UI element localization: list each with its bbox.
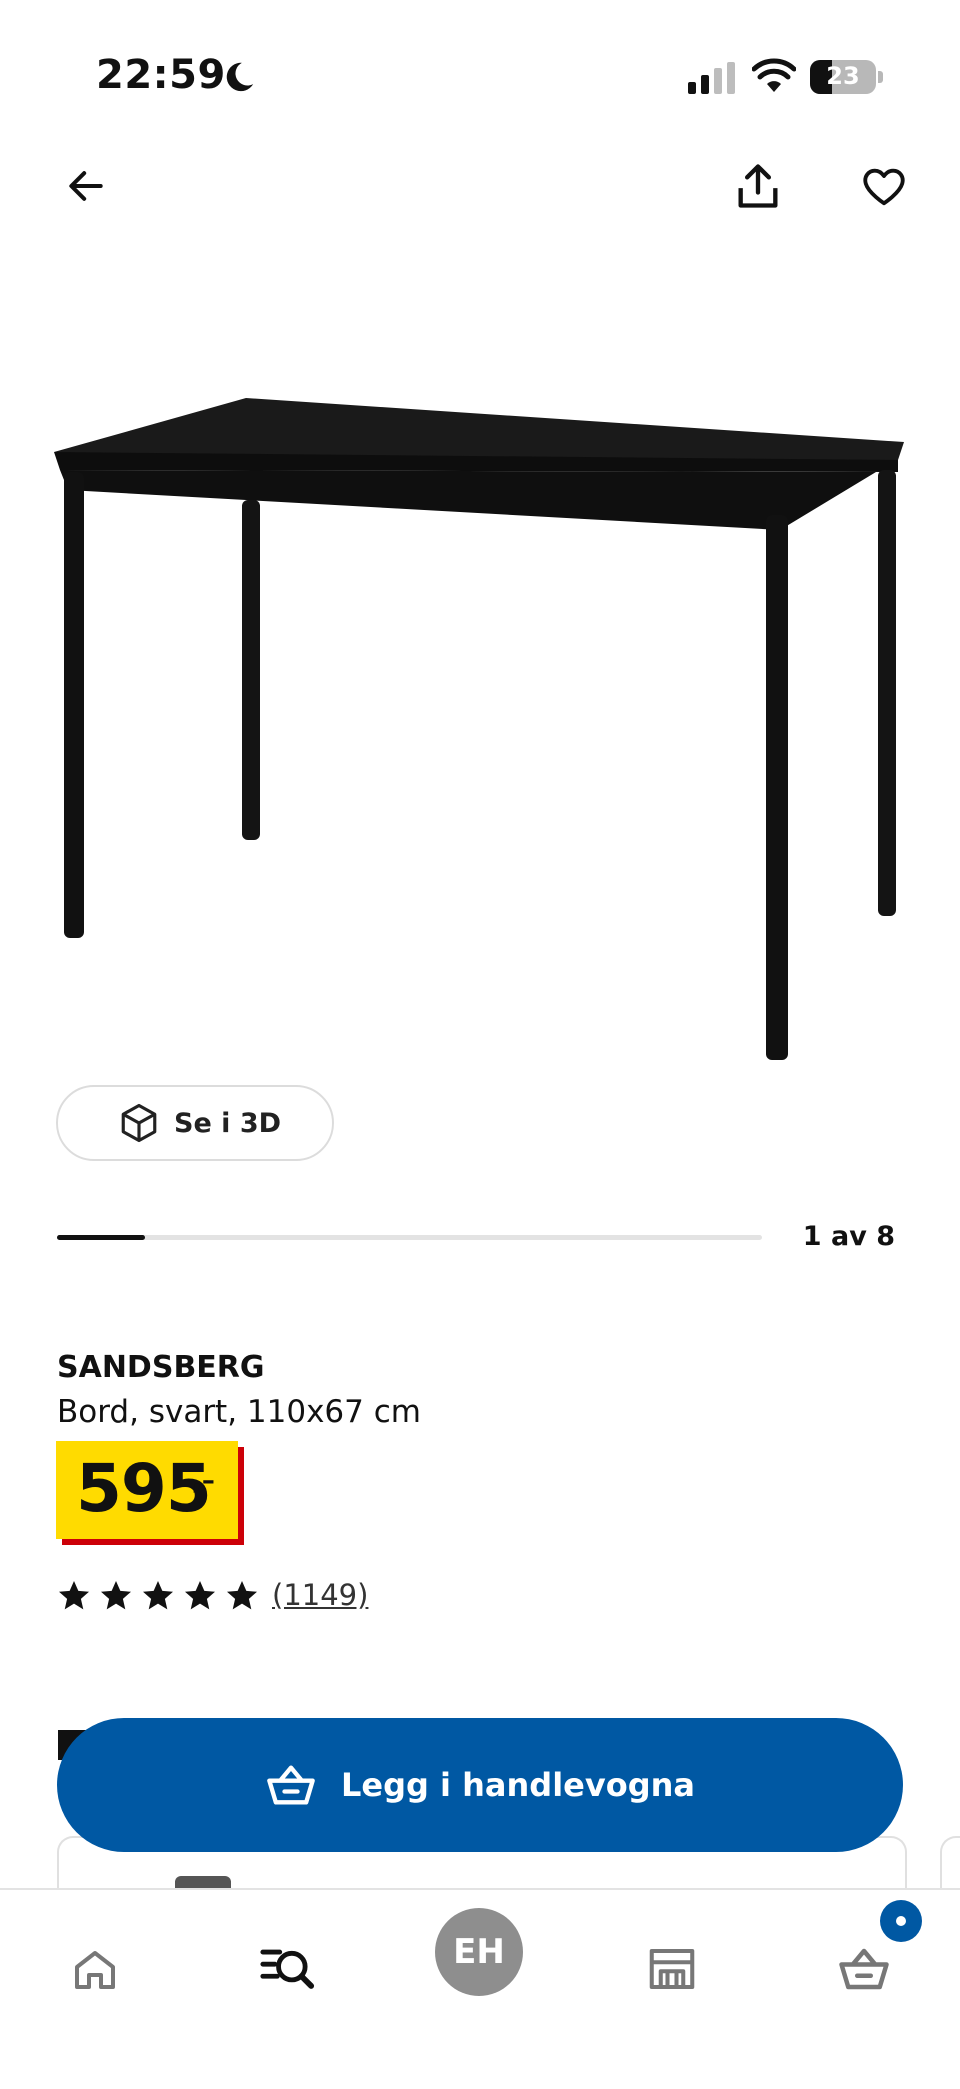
add-to-cart-button[interactable]: Legg i handlevogna	[57, 1718, 903, 1852]
cellular-signal-icon	[688, 62, 735, 94]
review-count-link[interactable]: (1149)	[272, 1578, 368, 1612]
gallery-counter: 1 av 8	[802, 1221, 895, 1252]
product-image[interactable]	[40, 380, 920, 1100]
bottom-tab-bar: EH	[0, 1888, 960, 2089]
store-icon	[649, 1948, 695, 1990]
product-card-thumbnail	[175, 1876, 231, 1888]
price-value: 595	[76, 1450, 212, 1527]
tab-home[interactable]	[60, 1934, 130, 2004]
battery-percentage: 23	[826, 62, 860, 90]
battery-tip	[878, 71, 883, 83]
tab-cart[interactable]	[829, 1934, 899, 2004]
share-icon	[738, 164, 778, 208]
search-icon	[260, 1949, 315, 1989]
view-3d-button[interactable]: Se i 3D	[56, 1085, 334, 1161]
rating-stars[interactable]	[56, 1578, 260, 1614]
cart-badge-dot	[896, 1916, 906, 1926]
product-description: Bord, svart, 110x67 cm	[57, 1394, 421, 1430]
moon-icon	[226, 62, 254, 92]
status-time: 22:59	[96, 52, 226, 98]
star-icon	[185, 1581, 215, 1610]
basket-icon	[267, 1765, 315, 1805]
price-suffix: ,–	[192, 1466, 215, 1496]
star-icon	[101, 1581, 131, 1610]
tab-store[interactable]	[637, 1934, 707, 2004]
tab-profile-avatar[interactable]: EH	[435, 1908, 523, 1996]
product-name[interactable]: SANDSBERG	[57, 1350, 265, 1385]
add-to-cart-label: Legg i handlevogna	[340, 1766, 695, 1804]
cube-icon	[121, 1103, 157, 1143]
star-icon	[227, 1581, 257, 1610]
home-icon	[75, 1951, 115, 1989]
cart-icon	[839, 1948, 889, 1990]
star-icon	[143, 1581, 173, 1610]
gallery-progress-fill	[57, 1235, 146, 1240]
battery-indicator: 23	[810, 60, 876, 94]
gallery-progress	[57, 1235, 762, 1240]
wifi-icon	[752, 58, 796, 92]
arrow-left-icon	[69, 171, 103, 201]
cart-badge	[880, 1900, 922, 1942]
back-button[interactable]	[54, 154, 118, 218]
tab-search[interactable]	[252, 1934, 322, 2004]
star-icon	[59, 1581, 89, 1610]
share-button[interactable]	[726, 154, 790, 218]
favorite-button[interactable]	[852, 154, 916, 218]
view-3d-label: Se i 3D	[174, 1107, 282, 1139]
heart-icon	[863, 168, 905, 206]
